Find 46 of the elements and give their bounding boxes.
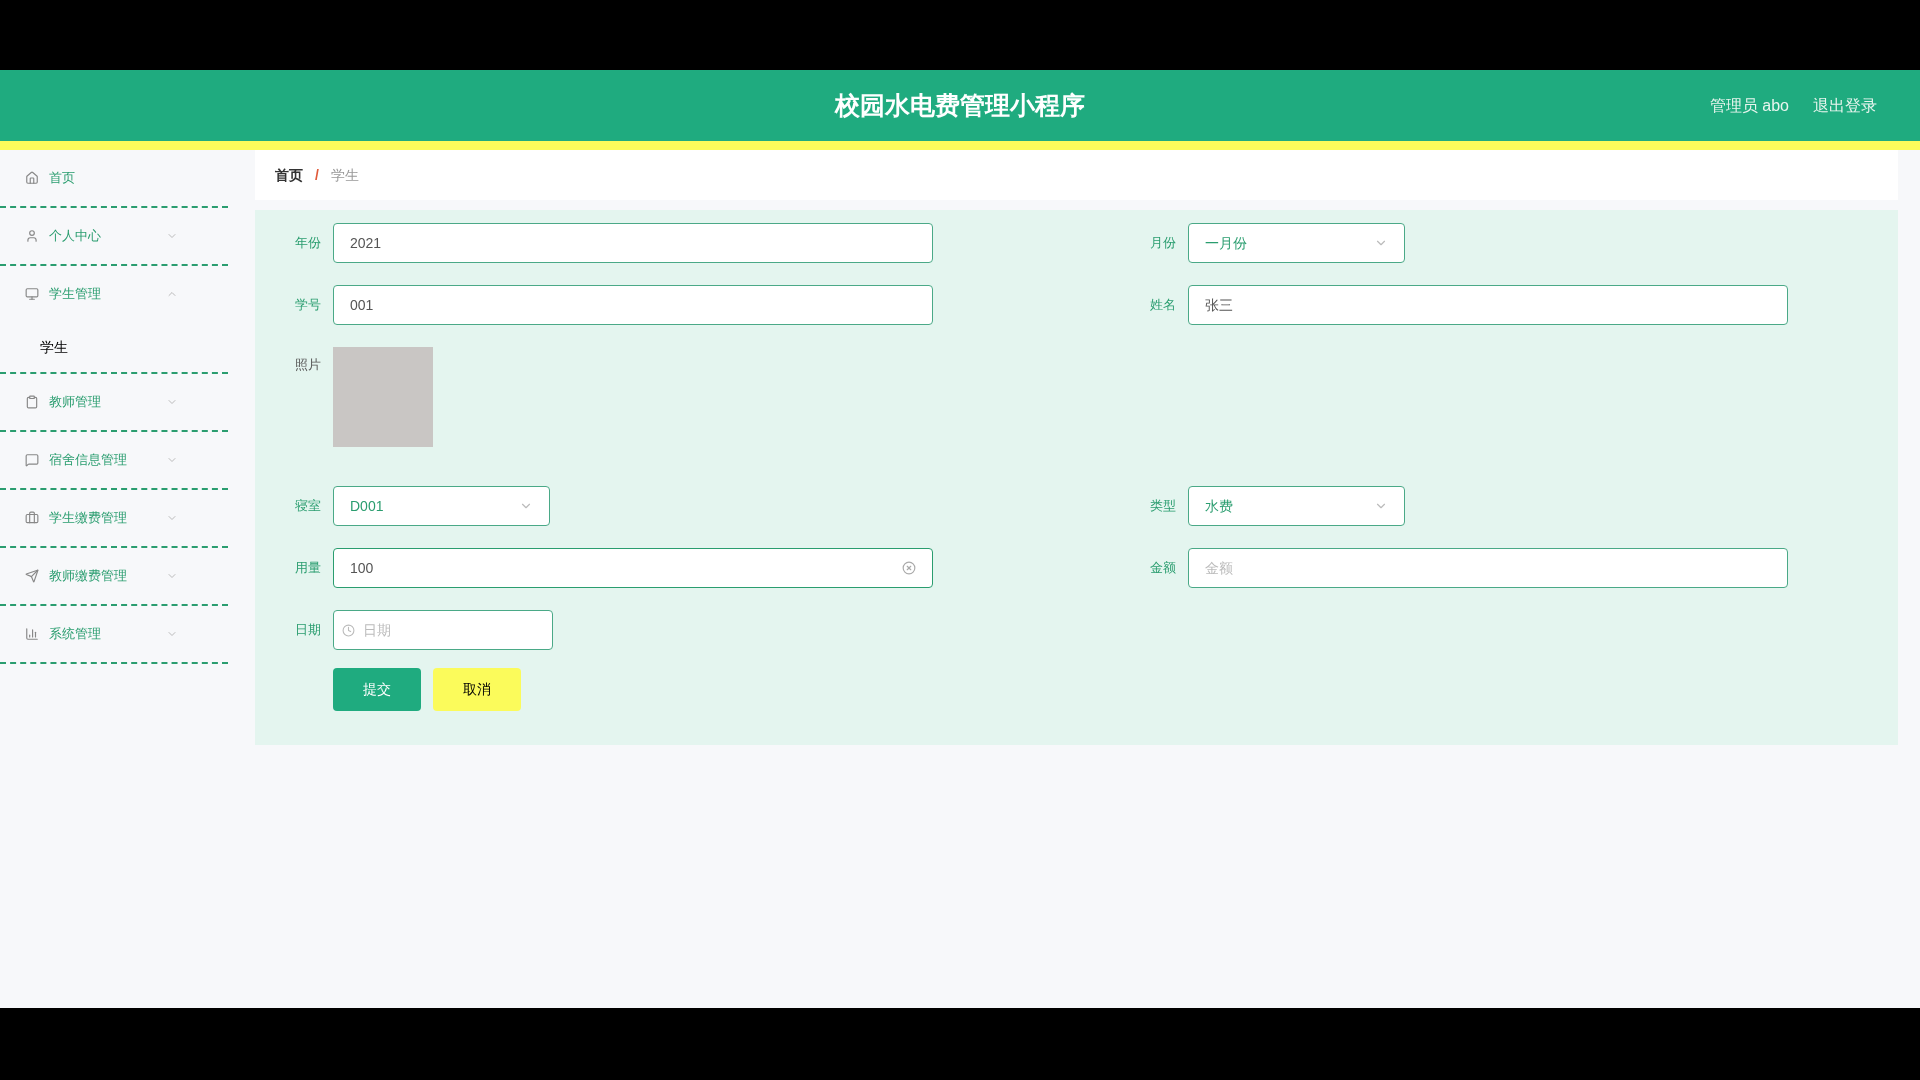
input-field[interactable]: 张三 [1188,285,1788,325]
breadcrumb-item[interactable]: 首页 [275,164,303,186]
sidebar-item[interactable]: 学生管理 [0,266,228,322]
field-label: 姓名 [1149,296,1177,315]
user-icon [25,229,39,243]
logout-link[interactable]: 退出登录 [1813,93,1877,118]
home-icon [25,171,39,185]
sidebar-item[interactable]: 系统管理 [0,606,228,662]
sidebar-item[interactable]: 宿舍信息管理 [0,432,228,488]
date-field[interactable]: 日期 [333,610,553,650]
field-label: 金额 [1149,559,1177,578]
sidebar-item[interactable]: 个人中心 [0,208,228,264]
field-label: 学号 [294,296,322,315]
sidebar-item[interactable]: 学生缴费管理 [0,490,228,546]
clipboard-icon [25,395,39,409]
briefcase-icon [25,511,39,525]
input-field[interactable]: 100 [333,548,933,588]
field-label: 月份 [1149,234,1177,253]
field-label: 年份 [294,234,322,253]
clock-icon [342,623,355,637]
bar-chart-icon [25,627,39,641]
monitor-icon [25,287,39,301]
breadcrumb-item: 学生 [330,165,359,185]
user-label: 管理员 abo [1709,95,1789,116]
field-label: 用量 [294,559,322,578]
cancel-button[interactable]: 取消 [433,668,521,711]
input-field[interactable]: 2021 [333,223,933,263]
field-label: 照片 [294,356,322,374]
input-field[interactable]: 001 [333,285,933,325]
field-label: 寝室 [294,497,322,516]
breadcrumb-separator: / [315,165,319,185]
sidebar-item[interactable]: 教师缴费管理 [0,548,228,604]
input-field[interactable]: 金额 [1188,548,1788,588]
submenu-item[interactable]: 学生 [0,322,228,372]
select-field[interactable]: 水费 [1188,486,1405,526]
field-label: 日期 [294,621,322,640]
paper-plane-icon [25,569,39,583]
sidebar-item[interactable]: 首页 [0,150,228,206]
select-field[interactable]: D001 [333,486,550,526]
select-field[interactable]: 一月份 [1188,223,1405,263]
sidebar-item[interactable]: 教师管理 [0,374,228,430]
app-title: 校园水电费管理小程序 [835,89,1085,121]
field-label: 类型 [1149,497,1177,516]
submit-button[interactable]: 提交 [333,668,421,711]
chat-icon [25,453,39,467]
clear-icon[interactable] [902,561,916,575]
